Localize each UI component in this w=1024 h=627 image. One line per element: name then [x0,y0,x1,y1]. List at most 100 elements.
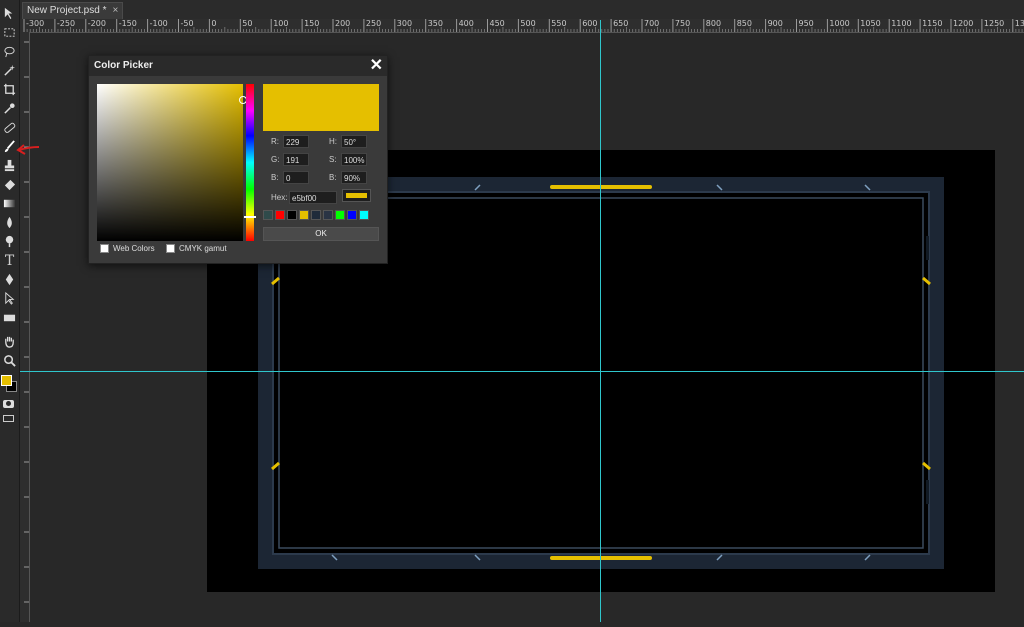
h-label: H: [329,137,337,146]
dialog-titlebar[interactable]: Color Picker ✕ [89,56,387,76]
move-icon [4,7,13,20]
s-input[interactable]: 100% [341,153,367,166]
color-swatch[interactable] [323,210,333,220]
ruler-label: 1200 [953,19,974,28]
path-select-icon [5,292,15,305]
color-swatch[interactable] [311,210,321,220]
ruler-label: 150 [304,19,320,28]
ruler-label: 250 [365,19,382,28]
eyedropper-tool[interactable] [2,101,17,116]
magic-wand-tool[interactable] [2,63,17,78]
lasso-tool[interactable] [2,44,17,59]
saturation-value-field[interactable] [97,84,243,241]
vertical-ruler[interactable] [19,32,30,622]
blur-tool[interactable] [2,215,17,230]
crop-tool[interactable] [2,82,17,97]
eyedropper-icon [4,103,15,114]
ok-button[interactable]: OK [263,227,379,241]
healing-tool[interactable] [2,120,17,135]
web-colors-label: Web Colors [113,244,155,253]
ruler-label: 1100 [891,19,912,28]
pen-tool[interactable] [2,272,17,287]
r-label: R: [271,137,279,146]
marquee-icon [4,28,15,37]
document-tab-bar: New Project.psd * × [0,0,1024,21]
foreground-color-swatch[interactable] [1,375,12,386]
ruler-label: 800 [705,19,722,28]
shape-tool[interactable] [2,310,17,325]
ruler-label: -150 [118,19,137,28]
gradient-icon [3,199,16,208]
ruler-label: 350 [427,19,443,28]
move-tool[interactable] [2,6,17,21]
color-swatch[interactable] [347,210,357,220]
tab-close-icon[interactable]: × [112,5,118,16]
eraser-icon [4,179,16,191]
horizontal-ruler[interactable]: -300 -250 -200 -150 -100 -50 0 50 100 150 200 250 30… [20,19,1024,33]
ruler-label: 200 [335,19,351,28]
vertical-ruler-ticks [24,41,29,603]
color-preview [263,84,379,131]
screen-mode-icon[interactable] [3,415,14,422]
cmyk-gamut-checkbox[interactable]: CMYK gamut [166,244,227,253]
h-input[interactable]: 50° [341,135,367,148]
web-colors-checkbox[interactable]: Web Colors [100,244,155,253]
document-tab[interactable]: New Project.psd * × [22,2,124,19]
vertical-guide[interactable] [600,20,601,622]
color-picker-dialog: Color Picker ✕ Web Colors CMYK gamut R: … [88,55,388,264]
path-select-tool[interactable] [2,291,17,306]
crop-icon [3,83,16,96]
stamp-tool[interactable] [2,158,17,173]
zoom-icon [4,355,16,367]
add-swatch-button[interactable] [342,189,371,202]
color-swatch[interactable] [335,210,345,220]
eraser-tool[interactable] [2,177,17,192]
ruler-label: 1150 [922,19,943,28]
ruler-label: 700 [644,19,660,28]
marquee-tool[interactable] [2,25,17,40]
r-input[interactable]: 229 [283,135,309,148]
hex-input[interactable]: e5bf00 [289,191,337,204]
red-arrow-annotation-icon [16,144,40,155]
g-input[interactable]: 191 [283,153,309,166]
horizontal-guide[interactable] [20,371,1024,372]
cmyk-gamut-label: CMYK gamut [179,244,227,253]
document-tab-title: New Project.psd * [27,5,107,16]
zoom-tool[interactable] [2,353,17,368]
dodge-tool[interactable] [2,234,17,249]
ruler-label: 300 [396,19,413,28]
ruler-label: 1000 [829,19,850,28]
color-swatch[interactable] [263,210,273,220]
ruler-label: 600 [582,19,598,28]
hand-tool[interactable] [2,334,17,349]
close-icon[interactable]: ✕ [370,56,383,76]
g-label: G: [271,155,280,164]
ruler-label: 750 [674,19,691,28]
ruler-label: 900 [767,19,783,28]
tools-panel: T [0,0,20,622]
lasso-icon [4,46,15,58]
checkbox-icon [166,244,175,253]
checkbox-icon [100,244,109,253]
b-label: B: [271,173,279,182]
quick-mask-icon[interactable] [3,400,14,408]
color-swatch[interactable] [275,210,285,220]
gradient-tool[interactable] [2,196,17,211]
ruler-label: 400 [458,19,474,28]
type-tool[interactable]: T [2,252,17,269]
pen-icon [5,273,14,286]
s-label: S: [329,155,337,164]
color-swatch[interactable] [299,210,309,220]
hue-slider-marker[interactable] [244,216,256,218]
type-icon: T [4,252,15,269]
color-swatch[interactable] [359,210,369,220]
stamp-icon [4,159,15,172]
swatch-row [263,210,371,220]
brightness-input[interactable]: 90% [341,171,367,184]
magic-wand-icon [4,64,16,76]
drop-icon [7,216,12,229]
ruler-label: 450 [489,19,505,28]
color-swatch[interactable] [287,210,297,220]
ruler-label: -300 [26,19,45,28]
b-input[interactable]: 0 [283,171,309,184]
